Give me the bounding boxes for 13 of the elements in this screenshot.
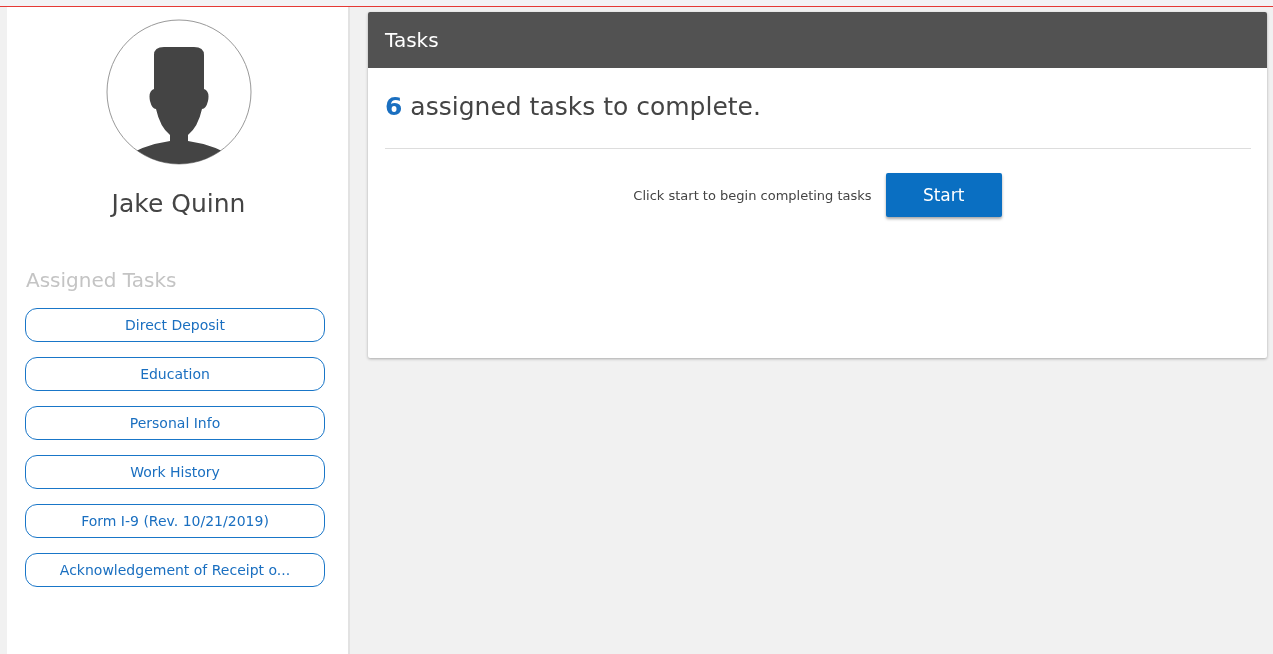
- user-name: Jake Quinn: [109, 189, 247, 218]
- hint-text: Click start to begin completing tasks: [633, 187, 872, 203]
- task-button[interactable]: Direct Deposit: [25, 308, 325, 342]
- task-button[interactable]: Acknowledgement of Receipt o...: [25, 553, 325, 587]
- task-button[interactable]: Education: [25, 357, 325, 391]
- task-summary: 6 assigned tasks to complete.: [385, 92, 762, 121]
- start-button[interactable]: Start: [885, 173, 1002, 217]
- task-button[interactable]: Personal Info: [25, 406, 325, 440]
- card-title: Tasks: [368, 12, 1267, 68]
- task-button[interactable]: Form I-9 (Rev. 10/21/2019): [25, 504, 325, 538]
- task-button[interactable]: Work History: [25, 455, 325, 489]
- section-heading: Assigned Tasks: [26, 268, 178, 292]
- avatar-icon: [105, 19, 252, 165]
